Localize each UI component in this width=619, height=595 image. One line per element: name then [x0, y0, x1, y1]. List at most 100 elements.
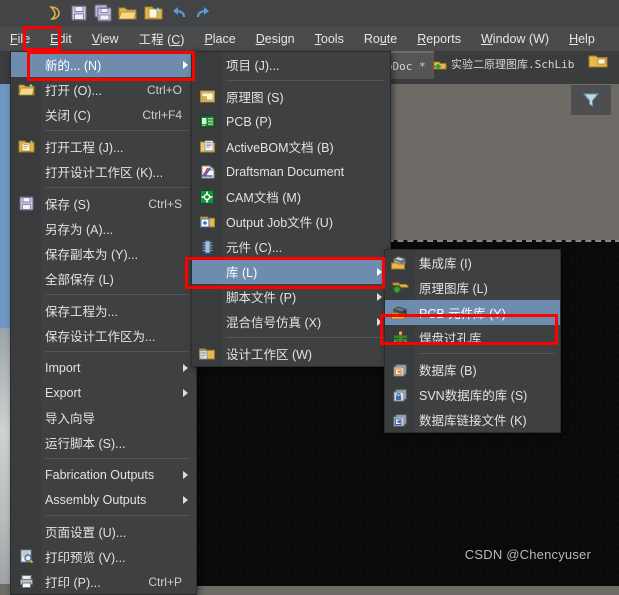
new-submenu-item-7-label: Output Job文件 (U)	[226, 216, 333, 230]
library-submenu-item-0[interactable]: 集成库 (I)	[385, 250, 560, 275]
file-menu-item-16-no-icon	[11, 380, 41, 405]
file-menu-item-8[interactable]: 另存为 (A)...	[11, 216, 196, 241]
file-menu-item-4[interactable]: 打开工程 (J)...	[11, 134, 196, 159]
file-menu-item-0-no-icon	[11, 52, 41, 77]
file-menu-separator	[45, 458, 190, 459]
file-menu-item-5-label: 打开设计工作区 (K)...	[45, 166, 164, 180]
file-menu-item-0[interactable]: 新的... (N)	[11, 52, 196, 77]
filter-funnel-icon	[582, 91, 600, 109]
file-menu-item-15[interactable]: Import	[11, 355, 196, 380]
schematic-icon	[192, 84, 222, 109]
library-submenu-item-6-label: SVN数据库的库 (S)	[419, 389, 528, 403]
component-icon	[192, 234, 222, 259]
file-menu-separator	[45, 351, 190, 352]
menubar-item-help[interactable]: Help	[560, 29, 604, 49]
new-submenu-item-5[interactable]: Draftsman Document	[192, 159, 390, 184]
menubar-item-reports[interactable]: Reports	[408, 29, 470, 49]
new-submenu-item-6[interactable]: CAM文档 (M)	[192, 184, 390, 209]
menubar-item-design[interactable]: Design	[247, 29, 304, 49]
file-menu-item-21[interactable]: Assembly Outputs	[11, 487, 196, 512]
new-submenu-item-3[interactable]: PCB (P)	[192, 109, 390, 134]
file-menu-item-13[interactable]: 保存设计工作区为...	[11, 323, 196, 348]
menubar-item-edit[interactable]: Edit	[41, 29, 81, 49]
menubar-item-c[interactable]: 工程 (C)	[130, 26, 194, 51]
tab-overflow-icon[interactable]	[588, 53, 608, 69]
filter-button[interactable]	[571, 85, 611, 115]
menubar-item-windoww[interactable]: Window (W)	[472, 29, 558, 49]
svn-database-icon	[385, 382, 415, 407]
new-submenu-item-2-label: 原理图 (S)	[226, 91, 284, 105]
file-menu-item-10-label: 全部保存 (L)	[45, 273, 114, 287]
file-menu-item-24[interactable]: 打印预览 (V)...	[11, 544, 196, 569]
undo-icon[interactable]	[170, 4, 188, 22]
file-menu-item-25-label: 打印 (P)...	[45, 576, 101, 590]
file-menu-item-18[interactable]: 运行脚本 (S)...	[11, 430, 196, 455]
new-submenu-item-11[interactable]: 混合信号仿真 (X)	[192, 309, 390, 334]
menu-bar: File Edit View 工程 (C) Place Design Tools Route R…	[0, 26, 619, 51]
file-menu-item-20-no-icon	[11, 462, 41, 487]
file-menu-item-9[interactable]: 保存副本为 (Y)...	[11, 241, 196, 266]
file-menu-item-25[interactable]: 打印 (P)... Ctrl+P	[11, 569, 196, 594]
library-submenu-item-5[interactable]: 数据库 (B)	[385, 357, 560, 382]
library-submenu-item-6[interactable]: SVN数据库的库 (S)	[385, 382, 560, 407]
file-menu-item-1[interactable]: 打开 (O)... Ctrl+O	[11, 77, 196, 102]
file-menu-item-23[interactable]: 页面设置 (U)...	[11, 519, 196, 544]
library-submenu-item-1-label: 原理图库 (L)	[419, 282, 488, 296]
menubar-item-tools[interactable]: Tools	[306, 29, 353, 49]
new-submenu-item-0-label: 项目 (J)...	[226, 59, 280, 73]
new-submenu-item-5-label: Draftsman Document	[226, 164, 345, 179]
print-icon	[11, 569, 41, 594]
new-submenu-separator	[226, 80, 384, 81]
file-menu-separator	[45, 187, 190, 188]
file-menu-item-16[interactable]: Export	[11, 380, 196, 405]
new-submenu-item-13[interactable]: 设计工作区 (W)	[192, 341, 390, 366]
save-icon[interactable]	[70, 4, 88, 22]
new-submenu-item-4-label: ActiveBOM文档 (B)	[226, 141, 334, 155]
redo-icon[interactable]	[194, 4, 212, 22]
new-submenu-item-0[interactable]: 项目 (J)...	[192, 52, 390, 77]
menubar-item-file[interactable]: File	[1, 28, 40, 49]
new-submenu-item-2[interactable]: 原理图 (S)	[192, 84, 390, 109]
file-menu-item-20[interactable]: Fabrication Outputs	[11, 462, 196, 487]
open-project-icon[interactable]	[144, 4, 163, 22]
altium-logo-icon[interactable]	[46, 4, 64, 22]
new-submenu-item-7[interactable]: Output Job文件 (U)	[192, 209, 390, 234]
file-menu-item-7-label: 保存 (S)	[45, 198, 91, 212]
chevron-right-icon	[377, 292, 382, 301]
file-menu-separator	[45, 515, 190, 516]
file-menu-item-17[interactable]: 导入向导	[11, 405, 196, 430]
file-menu-item-17-label: 导入向导	[45, 412, 96, 426]
chevron-right-icon	[377, 317, 382, 326]
new-submenu-item-9[interactable]: 库 (L)	[192, 259, 390, 284]
file-menu-item-5-no-icon	[11, 159, 41, 184]
chevron-right-icon	[377, 267, 382, 276]
new-submenu-item-4[interactable]: ActiveBOM文档 (B)	[192, 134, 390, 159]
open-folder-icon[interactable]	[118, 4, 137, 22]
new-submenu-item-10[interactable]: 脚本文件 (P)	[192, 284, 390, 309]
workspace-icon	[192, 341, 222, 366]
menubar-item-place[interactable]: Place	[195, 29, 244, 49]
library-submenu-item-3[interactable]: 焊盘过孔库	[385, 325, 560, 350]
new-submenu-item-0-no-icon	[192, 52, 222, 77]
file-menu-item-20-label: Fabrication Outputs	[45, 467, 155, 482]
file-menu-item-2[interactable]: 关闭 (C) Ctrl+F4	[11, 102, 196, 127]
file-menu-item-12[interactable]: 保存工程为...	[11, 298, 196, 323]
tab-schlib[interactable]: 实验二原理图库.SchLib	[425, 51, 582, 77]
library-submenu-popup[interactable]: 集成库 (I) 原理图库 (L) PCB 元件库 (Y) 焊盘过孔库数据库 (B) SV…	[384, 249, 561, 433]
file-menu-item-2-no-icon	[11, 102, 41, 127]
save-all-icon[interactable]	[94, 4, 112, 22]
menubar-item-view[interactable]: View	[83, 29, 128, 49]
library-submenu-item-2[interactable]: PCB 元件库 (Y)	[385, 300, 560, 325]
chevron-right-icon	[183, 60, 188, 69]
file-menu-popup[interactable]: 新的... (N) 打开 (O)... Ctrl+O 关闭 (C) Ctrl+F4 打开工…	[10, 51, 197, 595]
library-submenu-item-1[interactable]: 原理图库 (L)	[385, 275, 560, 300]
file-menu-item-10[interactable]: 全部保存 (L)	[11, 266, 196, 291]
new-submenu-popup[interactable]: 项目 (J)... 原理图 (S) PCB (P) ActiveBOM文档 (B) Dr…	[191, 51, 391, 367]
file-menu-item-5[interactable]: 打开设计工作区 (K)...	[11, 159, 196, 184]
file-menu-item-7[interactable]: 保存 (S) Ctrl+S	[11, 191, 196, 216]
library-submenu-item-7[interactable]: 数据库链接文件 (K)	[385, 407, 560, 432]
file-menu-item-12-no-icon	[11, 298, 41, 323]
library-submenu-item-5-label: 数据库 (B)	[419, 364, 477, 378]
menubar-item-route[interactable]: Route	[355, 29, 406, 49]
new-submenu-item-8[interactable]: 元件 (C)...	[192, 234, 390, 259]
